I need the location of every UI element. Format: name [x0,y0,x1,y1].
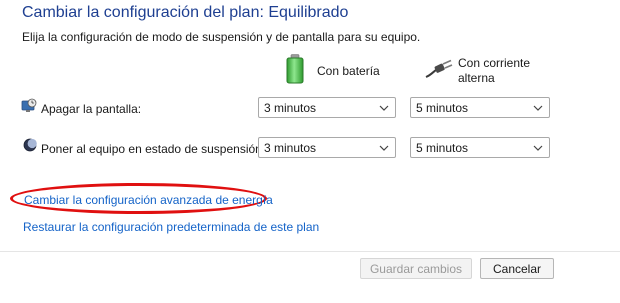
sleep-label: Poner al equipo en estado de suspensión: [41,142,266,156]
power-plug-icon [425,59,453,82]
monitor-clock-icon [21,98,37,117]
battery-column-label: Con batería [317,64,380,78]
display-battery-select[interactable]: 3 minutos [258,97,396,118]
display-battery-value: 3 minutos [264,101,317,115]
advanced-settings-link[interactable]: Cambiar la configuración avanzada de ene… [24,193,273,207]
turn-off-display-label: Apagar la pantalla: [41,102,142,116]
display-ac-value: 5 minutos [416,101,469,115]
save-changes-button[interactable]: Guardar cambios [360,258,472,279]
battery-icon [286,54,304,87]
chevron-down-icon [533,105,543,111]
sleep-battery-value: 3 minutos [264,141,317,155]
sleep-ac-value: 5 minutos [416,141,469,155]
page-title: Cambiar la configuración del plan: Equil… [22,4,349,21]
moon-sleep-icon [23,138,37,155]
divider [0,251,620,252]
sleep-battery-select[interactable]: 3 minutos [258,137,396,158]
sleep-ac-select[interactable]: 5 minutos [410,137,550,158]
ac-column-label: Con corriente alterna [458,56,531,85]
chevron-down-icon [533,145,543,151]
chevron-down-icon [379,105,389,111]
restore-defaults-link[interactable]: Restaurar la configuración predeterminad… [23,220,319,234]
cancel-button[interactable]: Cancelar [480,258,554,279]
page-subtitle: Elija la configuración de modo de suspen… [22,30,421,44]
display-ac-select[interactable]: 5 minutos [410,97,550,118]
chevron-down-icon [379,145,389,151]
